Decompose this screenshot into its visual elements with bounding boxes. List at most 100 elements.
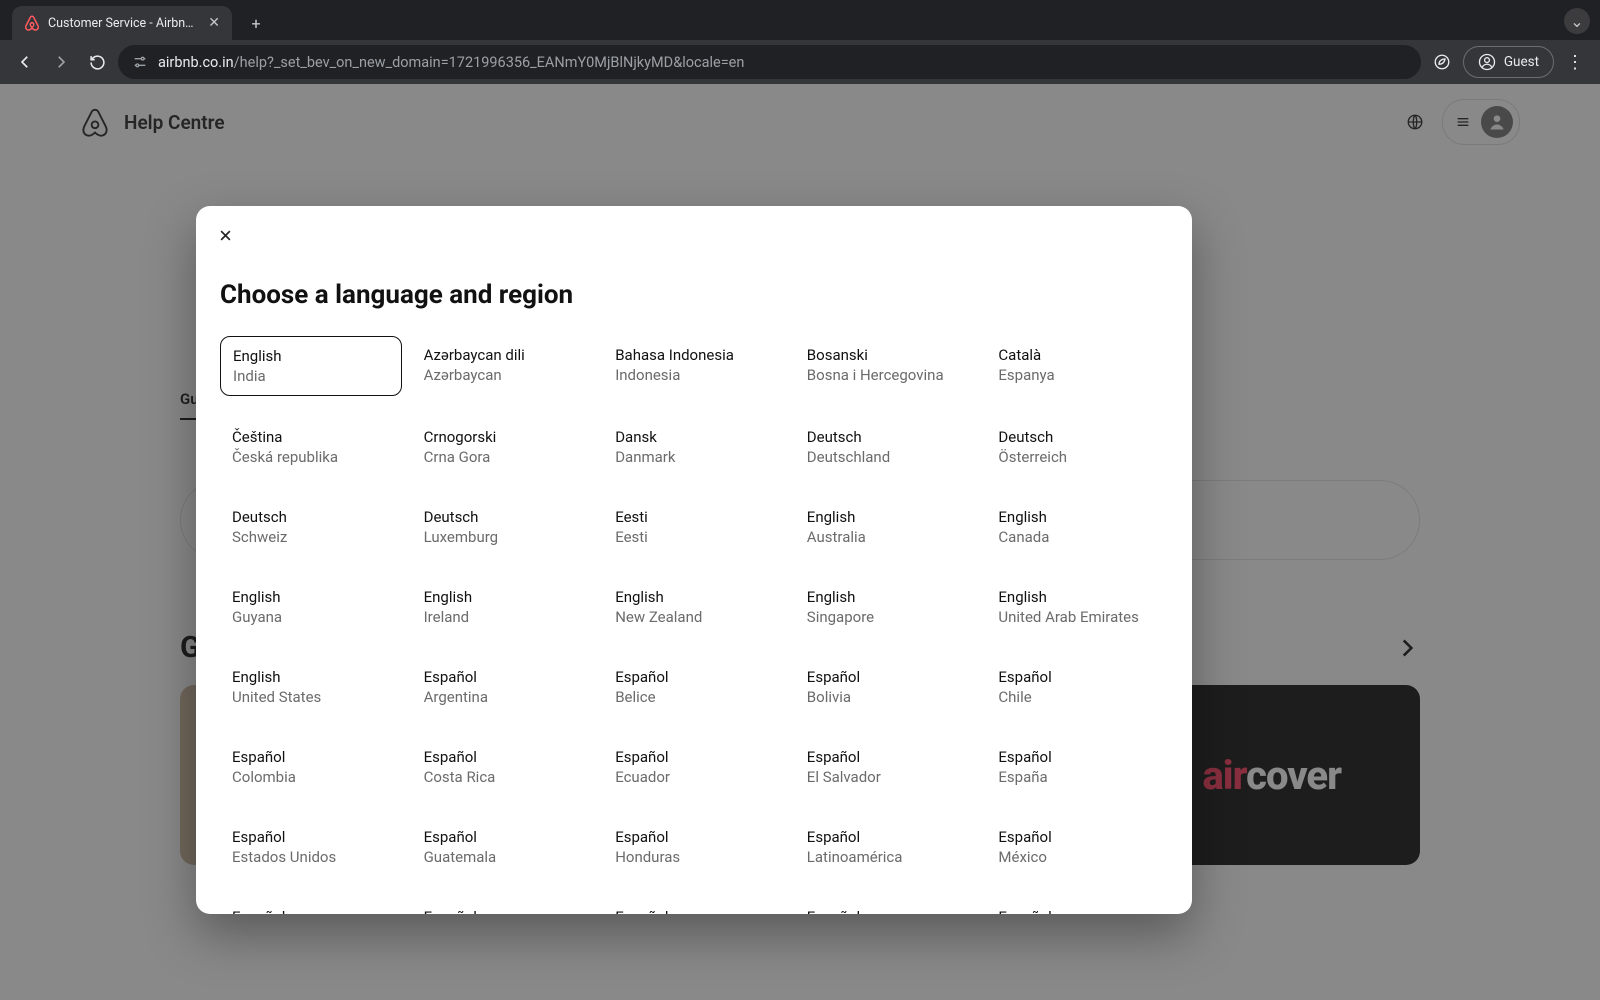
language-option[interactable]: EspañolBolivia: [795, 658, 977, 716]
language-option-region: Luxemburg: [424, 528, 582, 546]
new-tab-button[interactable]: +: [242, 9, 270, 37]
close-tab-icon[interactable]: ✕: [208, 16, 220, 30]
language-option[interactable]: Español Estados Unidos: [220, 818, 402, 876]
reload-button[interactable]: [82, 47, 112, 77]
language-option[interactable]: Español México: [986, 818, 1168, 876]
language-option[interactable]: EestiEesti: [603, 498, 785, 556]
language-option-language: Español: [615, 668, 773, 686]
language-option[interactable]: CatalàEspanya: [986, 336, 1168, 396]
browser-tab-title: Customer Service - Airbnb He: [48, 16, 200, 31]
language-option[interactable]: Español Belice: [603, 658, 785, 716]
language-option[interactable]: EspañolCosta Rica: [412, 738, 594, 796]
language-option[interactable]: English Ireland: [412, 578, 594, 636]
language-option[interactable]: EspañolParaguay: [603, 898, 785, 914]
close-modal-button[interactable]: [218, 228, 233, 243]
language-option-language: Azərbaycan dili: [424, 346, 582, 364]
language-option-region: Eesti: [615, 528, 773, 546]
language-option-language: English: [998, 508, 1156, 526]
language-option-language: Español: [615, 908, 773, 914]
language-option-region: Argentina: [424, 688, 582, 706]
guest-avatar-icon: [1478, 53, 1496, 71]
language-option-region: Österreich: [998, 448, 1156, 466]
chrome-menu-button[interactable]: ⋮: [1560, 47, 1590, 77]
language-option-region: Česká republika: [232, 448, 390, 466]
language-option[interactable]: English Canada: [986, 498, 1168, 556]
language-option[interactable]: Bosanski Bosna i Hercegovina: [795, 336, 977, 396]
language-option-region: United Arab Emirates: [998, 608, 1156, 626]
language-option[interactable]: EspañolEl Salvador: [795, 738, 977, 796]
language-option-region: Deutschland: [807, 448, 965, 466]
language-option-region: México: [998, 848, 1156, 866]
language-option-language: Español: [998, 748, 1156, 766]
language-option[interactable]: EspañolPanamá: [412, 898, 594, 914]
language-option-language: Español: [615, 748, 773, 766]
site-settings-icon[interactable]: [132, 54, 148, 70]
language-option-region: United States: [232, 688, 390, 706]
language-option-region: Ecuador: [615, 768, 773, 786]
language-option-region: Guyana: [232, 608, 390, 626]
language-option[interactable]: English Singapore: [795, 578, 977, 636]
language-option[interactable]: English United States: [220, 658, 402, 716]
language-option[interactable]: EspañolHonduras: [603, 818, 785, 876]
forward-button[interactable]: [46, 47, 76, 77]
language-option-region: Ireland: [424, 608, 582, 626]
language-option-region: Crna Gora: [424, 448, 582, 466]
language-option[interactable]: EspañolGuatemala: [412, 818, 594, 876]
language-option-language: Bosanski: [807, 346, 965, 364]
language-option[interactable]: EspañolColombia: [220, 738, 402, 796]
language-option[interactable]: EspañolLatinoamérica: [795, 818, 977, 876]
language-option-region: Danmark: [615, 448, 773, 466]
language-option[interactable]: DeutschDeutschland: [795, 418, 977, 476]
profile-chip[interactable]: Guest: [1463, 46, 1554, 78]
language-option[interactable]: EnglishIndia: [220, 336, 402, 396]
profile-chip-label: Guest: [1504, 54, 1539, 70]
language-option[interactable]: EspañolVenezuela: [986, 898, 1168, 914]
language-option[interactable]: DeutschLuxemburg: [412, 498, 594, 556]
language-option-language: Català: [998, 346, 1156, 364]
language-option[interactable]: DeutschÖsterreich: [986, 418, 1168, 476]
browser-tab[interactable]: Customer Service - Airbnb He ✕: [12, 6, 232, 40]
language-option[interactable]: DeutschSchweiz: [220, 498, 402, 556]
language-option[interactable]: EnglishAustralia: [795, 498, 977, 556]
language-option-region: Bosna i Hercegovina: [807, 366, 965, 384]
language-option-language: Español: [424, 828, 582, 846]
browser-tabstrip: Customer Service - Airbnb He ✕ + ⌄: [0, 0, 1600, 40]
language-option-language: English: [232, 668, 390, 686]
language-option[interactable]: DanskDanmark: [603, 418, 785, 476]
language-option-language: English: [424, 588, 582, 606]
language-option[interactable]: ČeštinaČeská republika: [220, 418, 402, 476]
language-option[interactable]: Español Argentina: [412, 658, 594, 716]
language-option-language: Español: [424, 748, 582, 766]
language-option-language: English: [807, 508, 965, 526]
language-option-region: Estados Unidos: [232, 848, 390, 866]
language-option-region: Belice: [615, 688, 773, 706]
language-option[interactable]: EnglishGuyana: [220, 578, 402, 636]
language-option-language: Español: [998, 828, 1156, 846]
language-option-language: Español: [232, 908, 390, 914]
language-option[interactable]: Español Ecuador: [603, 738, 785, 796]
language-option-region: Indonesia: [615, 366, 773, 384]
language-option-region: Canada: [998, 528, 1156, 546]
language-option[interactable]: Azərbaycan diliAzərbaycan: [412, 336, 594, 396]
language-option-language: Español: [232, 748, 390, 766]
language-option-language: English: [233, 347, 389, 365]
language-option[interactable]: EspañolPerú: [795, 898, 977, 914]
language-option-language: English: [807, 588, 965, 606]
address-bar[interactable]: airbnb.co.in/help?_set_bev_on_new_domain…: [118, 45, 1421, 79]
language-option[interactable]: EspañolChile: [986, 658, 1168, 716]
language-option-region: Singapore: [807, 608, 965, 626]
language-option-region: Bolivia: [807, 688, 965, 706]
language-option[interactable]: EspañolNicaragua: [220, 898, 402, 914]
tab-overflow-button[interactable]: ⌄: [1564, 8, 1590, 34]
language-option[interactable]: CrnogorskiCrna Gora: [412, 418, 594, 476]
language-option[interactable]: Español España: [986, 738, 1168, 796]
language-option-language: Español: [424, 668, 582, 686]
language-option-language: Español: [232, 828, 390, 846]
language-option[interactable]: EnglishNew Zealand: [603, 578, 785, 636]
language-option[interactable]: Bahasa IndonesiaIndonesia: [603, 336, 785, 396]
back-button[interactable]: [10, 47, 40, 77]
language-option-region: España: [998, 768, 1156, 786]
language-option[interactable]: English United Arab Emirates: [986, 578, 1168, 636]
language-option-language: English: [998, 588, 1156, 606]
leaf-icon[interactable]: [1427, 47, 1457, 77]
